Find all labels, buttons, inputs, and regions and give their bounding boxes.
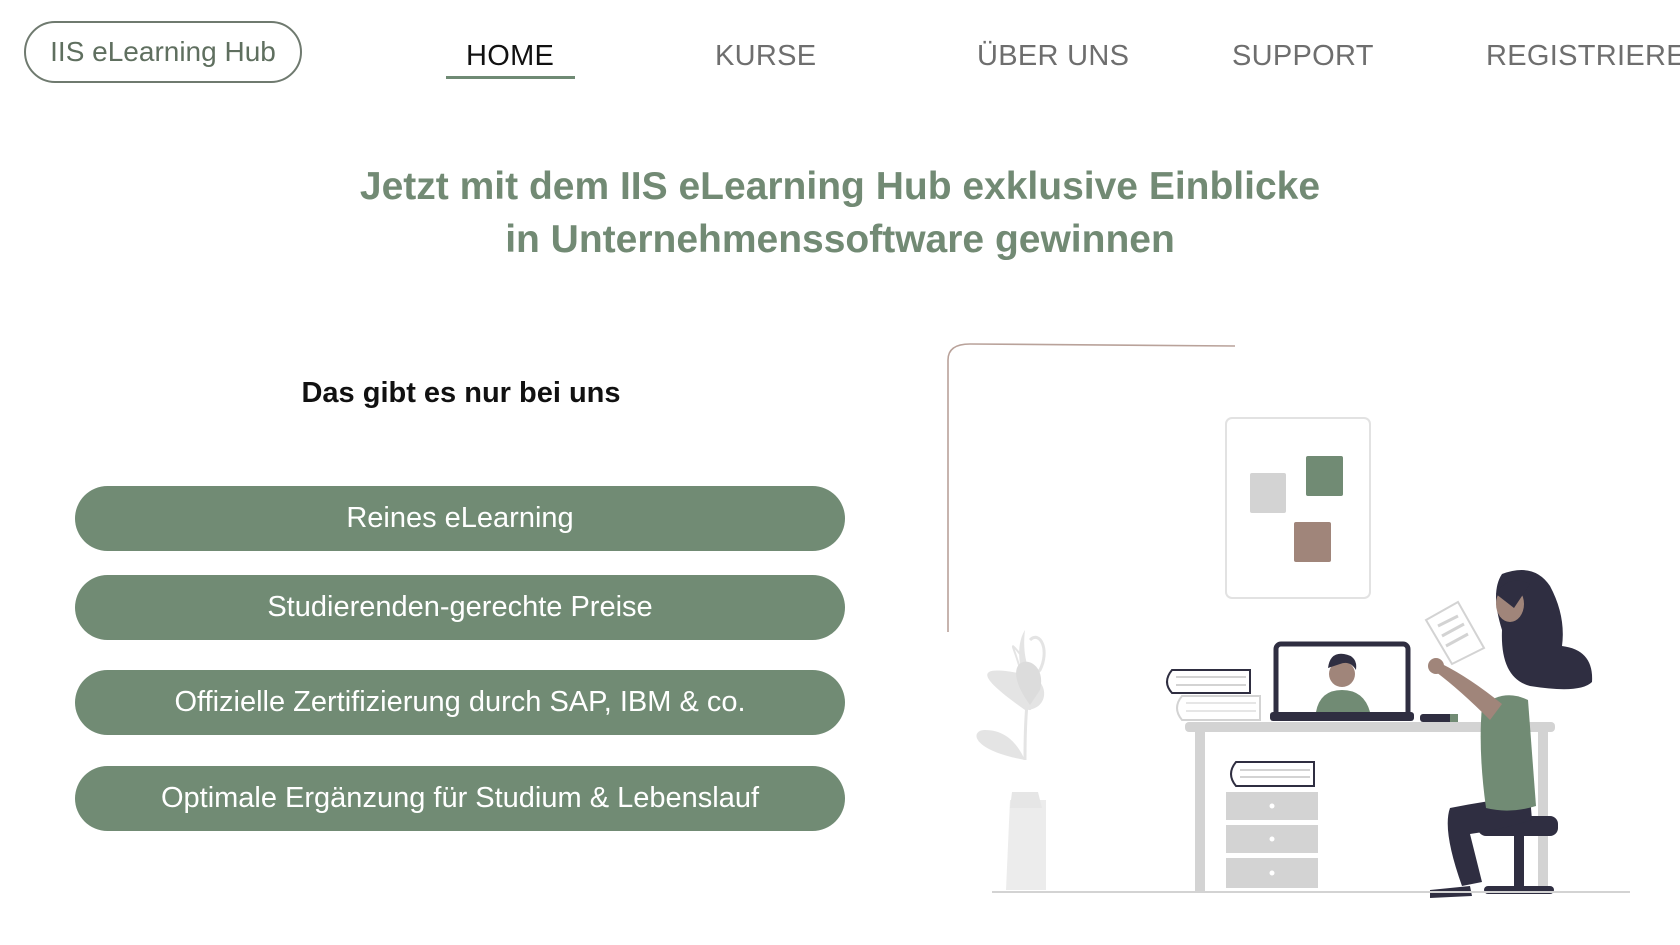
books-stack [1166, 669, 1261, 721]
corner-frame-line [947, 343, 1236, 632]
student-figure [1424, 570, 1593, 898]
nav-registrieren[interactable]: REGISTRIEREN [1486, 40, 1680, 76]
nav-support[interactable]: SUPPORT [1232, 40, 1374, 76]
hero-headline-line-2: in Unternehmenssoftware gewinnen [505, 218, 1175, 261]
nav-active-underline [446, 76, 575, 79]
feature-pill-ergaenzung[interactable]: Optimale Ergänzung für Studium & Lebensl… [75, 766, 845, 831]
wall-board [1225, 417, 1371, 599]
hero-headline: Jetzt mit dem IIS eLearning Hub exklusiv… [0, 160, 1680, 266]
nav-kurse[interactable]: KURSE [715, 40, 816, 76]
hero-headline-line-1: Jetzt mit dem IIS eLearning Hub exklusiv… [359, 165, 1321, 208]
site-logo[interactable]: IIS eLearning Hub [24, 21, 302, 83]
nav-ueber-uns[interactable]: ÜBER UNS [977, 40, 1129, 76]
online-learning-illustration [947, 343, 1630, 898]
feature-pill-elearning[interactable]: Reines eLearning [75, 486, 845, 551]
feature-pill-zertifizierung[interactable]: Offizielle Zertifizierung durch SAP, IBM… [75, 670, 845, 735]
plant-icon [976, 630, 1046, 890]
nav-home[interactable]: HOME [466, 40, 554, 76]
feature-pill-preise[interactable]: Studierenden-gerechte Preise [75, 575, 845, 640]
features-heading: Das gibt es nur bei uns [301, 377, 621, 409]
laptop-icon [1270, 641, 1414, 721]
